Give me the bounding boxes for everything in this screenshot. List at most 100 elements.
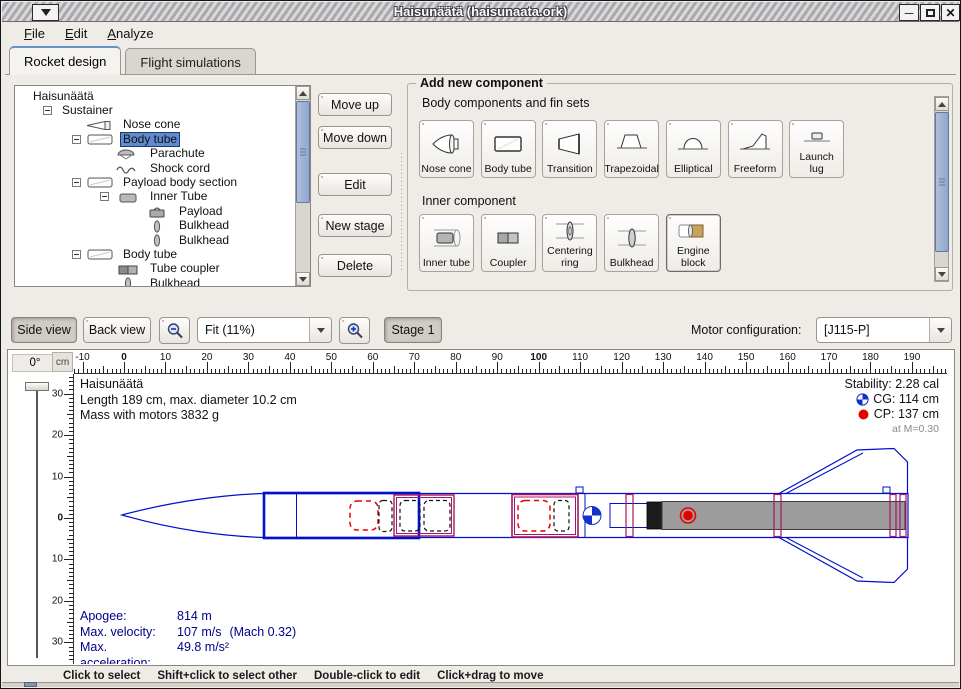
scroll-up-button[interactable] — [935, 97, 949, 111]
add-inner-tube-button[interactable]: Inner tube — [419, 214, 474, 272]
add-trapezoidal-button[interactable]: Trapezoidal — [604, 120, 659, 178]
maximize-button[interactable] — [920, 4, 940, 21]
tree-item-body-tube[interactable]: Body tube — [15, 247, 295, 261]
combo-arrow-button[interactable] — [929, 318, 951, 342]
add-engine-block-button[interactable]: Engine block — [666, 214, 721, 272]
payload-marker[interactable] — [518, 501, 550, 532]
tab-flight-simulations[interactable]: Flight simulations — [125, 48, 255, 75]
tree-item-label: Tube coupler — [148, 262, 222, 275]
scroll-down-button[interactable] — [935, 267, 949, 281]
scrollbar-grip-icon — [300, 149, 306, 156]
launch-lug[interactable] — [883, 487, 890, 493]
close-button[interactable]: ✕ — [941, 4, 960, 21]
ruler-tick — [916, 369, 917, 373]
tree-collapse-icon[interactable] — [72, 178, 81, 187]
add-transition-button[interactable]: Transition — [542, 120, 597, 178]
ruler-label: 40 — [284, 352, 295, 363]
tree-item-shock-cord[interactable]: Shock cord — [15, 161, 295, 175]
slider-handle[interactable] — [25, 382, 49, 391]
ruler-tick — [767, 366, 768, 373]
launch-lug[interactable] — [576, 487, 583, 493]
ruler-tick — [340, 369, 341, 373]
new-stage-button[interactable]: New stage — [318, 214, 392, 237]
tree-item-sustainer[interactable]: Sustainer — [15, 103, 295, 117]
tree-item-bulkhead[interactable]: Bulkhead — [15, 219, 295, 233]
rocket-canvas[interactable]: Haisunäätä Length 189 cm, max. diameter … — [74, 374, 947, 664]
ruler-tick — [655, 369, 656, 373]
cg-marker — [583, 507, 601, 525]
motor[interactable] — [662, 502, 905, 530]
zoom-in-button[interactable] — [339, 317, 370, 344]
motor-configuration-combo[interactable]: [J115-P] — [816, 317, 952, 343]
move-up-label: Move up — [331, 98, 379, 112]
window-resize-grip[interactable] — [24, 682, 37, 687]
minimize-button[interactable]: ─ — [899, 4, 919, 21]
add-freeform-button[interactable]: Freeform — [728, 120, 783, 178]
tree-item-body-tube[interactable]: Body tube — [15, 132, 295, 146]
ruler-tick — [725, 366, 726, 373]
engine-block[interactable] — [647, 502, 662, 529]
edit-button[interactable]: Edit — [318, 173, 392, 196]
shock-cord-marker[interactable] — [379, 501, 392, 532]
ruler-tick — [443, 369, 444, 373]
scroll-down-button[interactable] — [296, 272, 310, 286]
add-elliptical-button[interactable]: Elliptical — [666, 120, 721, 178]
stage-1-toggle[interactable]: Stage 1 — [384, 317, 442, 343]
tree-scrollbar[interactable] — [295, 86, 310, 286]
rotation-slider[interactable] — [20, 380, 54, 662]
tree-collapse-icon[interactable] — [72, 135, 81, 144]
window-frame-bottom — [2, 682, 959, 687]
tree-collapse-icon[interactable] — [43, 106, 52, 115]
menu-edit[interactable]: Edit — [56, 24, 96, 43]
tree-item-haisun-t[interactable]: Haisunäätä — [15, 89, 295, 103]
tree-item-payload-body-section[interactable]: Payload body section — [15, 175, 295, 189]
menu-file[interactable]: File — [15, 24, 54, 43]
centering-ring[interactable] — [626, 495, 633, 537]
tab-rocket-design[interactable]: Rocket design — [9, 46, 121, 75]
tree-item-bulkhead[interactable]: Bulkhead — [15, 276, 295, 286]
tree-item-nose-cone[interactable]: Nose cone — [15, 118, 295, 132]
delete-button[interactable]: Delete — [318, 254, 392, 277]
scrollbar-thumb[interactable] — [935, 112, 949, 252]
move-up-button[interactable]: Move up — [318, 93, 392, 116]
bulkhead-marker[interactable] — [554, 501, 569, 532]
add-bulkhead-button[interactable]: Bulkhead — [604, 214, 659, 272]
scrollbar-thumb[interactable] — [296, 101, 310, 203]
add-coupler-button[interactable]: Coupler — [481, 214, 536, 272]
ruler-tick — [369, 369, 370, 373]
add-nose-cone-button[interactable]: Nose cone — [419, 120, 474, 178]
side-view-button[interactable]: Side view — [11, 317, 77, 343]
add-centering-ring-button[interactable]: Centering ring — [542, 214, 597, 272]
menu-analyze[interactable]: Analyze — [98, 24, 162, 43]
title-bar[interactable]: Haisunäätä (haisunaata.ork) ─ ✕ — [2, 2, 959, 22]
pane-splitter-handle[interactable] — [399, 151, 403, 271]
combo-arrow-button[interactable] — [309, 318, 331, 342]
tree-item-parachute[interactable]: Parachute — [15, 147, 295, 161]
tree-collapse-icon[interactable] — [100, 192, 109, 201]
move-down-button[interactable]: Move down — [318, 126, 392, 149]
bulkhead-marker[interactable] — [424, 501, 450, 532]
zoom-out-button[interactable] — [159, 317, 190, 344]
ruler-tick — [190, 369, 191, 373]
add-launch-lug-button[interactable]: Launch lug — [789, 120, 844, 178]
zoom-level-combo[interactable]: Fit (11%) — [197, 317, 332, 343]
bulkhead-marker[interactable] — [400, 501, 420, 532]
motor-mount-tube[interactable] — [610, 504, 650, 528]
tree-item-bulkhead[interactable]: Bulkhead — [15, 233, 295, 247]
component-tree[interactable]: HaisunäätäSustainerNose coneBody tubePar… — [15, 86, 295, 286]
tree-collapse-icon[interactable] — [72, 250, 81, 259]
selected-body-tube[interactable] — [264, 493, 419, 538]
component-scrollbar[interactable] — [934, 96, 949, 282]
window-menu-button[interactable] — [32, 4, 59, 21]
ruler-label: 10 — [160, 352, 171, 363]
ruler-tick — [431, 369, 432, 373]
back-view-button[interactable]: Back view — [83, 317, 151, 343]
tree-item-tube-coupler[interactable]: Tube coupler — [15, 262, 295, 276]
tree-item-payload[interactable]: Payload — [15, 204, 295, 218]
add-body-tube-button[interactable]: Body tube — [481, 120, 536, 178]
parachute-marker[interactable] — [350, 501, 378, 530]
ruler-tick — [224, 369, 225, 373]
tree-item-inner-tube[interactable]: Inner Tube — [15, 190, 295, 204]
scroll-up-button[interactable] — [296, 86, 310, 100]
slider-track[interactable] — [36, 390, 38, 658]
